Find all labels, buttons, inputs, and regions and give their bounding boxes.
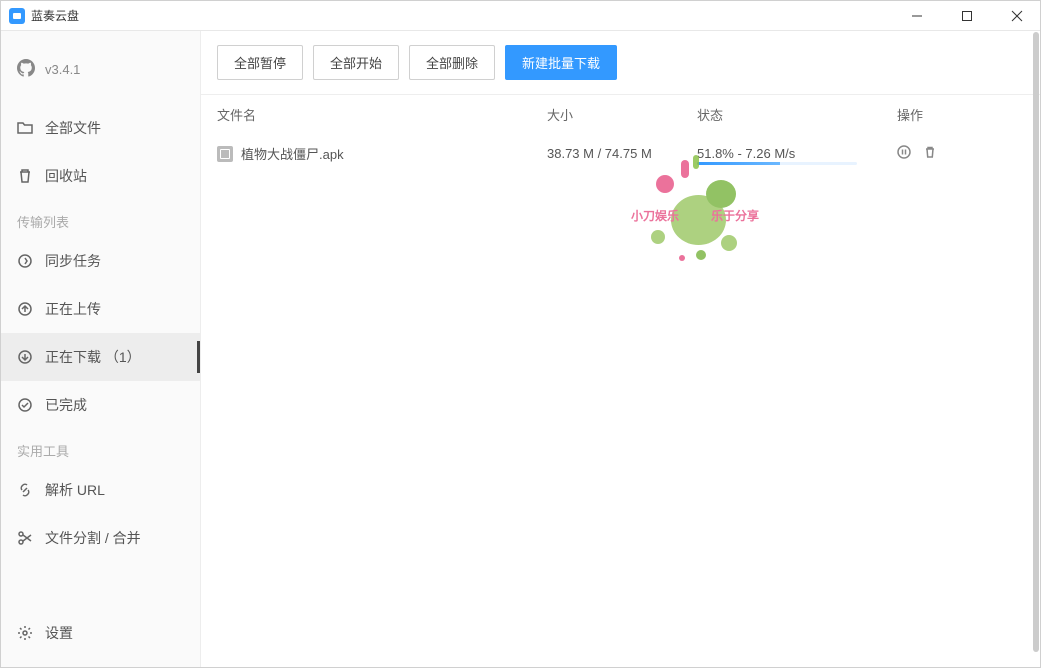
file-status: 51.8% - 7.26 M/s <box>697 146 795 161</box>
progress-bar <box>697 162 857 165</box>
trash-icon <box>17 168 33 184</box>
sidebar-item-recycle[interactable]: 回收站 <box>1 152 200 200</box>
sync-icon <box>17 253 33 269</box>
file-size: 38.73 M / 74.75 M <box>547 146 697 161</box>
sidebar-item-label: 解析 URL <box>45 480 105 500</box>
folder-icon <box>17 120 33 136</box>
sidebar-item-allfiles[interactable]: 全部文件 <box>1 104 200 152</box>
sidebar-item-label: 设置 <box>45 623 73 643</box>
delete-icon[interactable] <box>923 145 937 162</box>
download-icon <box>17 349 33 365</box>
minimize-button[interactable] <box>902 1 932 31</box>
pause-all-button[interactable]: 全部暂停 <box>217 45 303 80</box>
sidebar-item-settings[interactable]: 设置 <box>1 609 200 657</box>
scrollbar[interactable] <box>1033 32 1039 652</box>
sidebar-item-label: 正在下载 （1） <box>45 347 141 367</box>
sidebar-item-label: 回收站 <box>45 166 87 186</box>
col-header-name: 文件名 <box>217 105 547 124</box>
toolbar: 全部暂停 全部开始 全部删除 新建批量下载 <box>201 31 1040 94</box>
sidebar-item-label: 已完成 <box>45 395 87 415</box>
table-row[interactable]: 植物大战僵尸.apk 38.73 M / 74.75 M 51.8% - 7.2… <box>201 134 1040 173</box>
col-header-size: 大小 <box>547 105 697 124</box>
batch-download-button[interactable]: 新建批量下载 <box>505 45 617 80</box>
start-all-button[interactable]: 全部开始 <box>313 45 399 80</box>
app-title: 蓝奏云盘 <box>31 7 902 24</box>
check-icon <box>17 397 33 413</box>
sidebar-section-transfer: 传输列表 <box>1 200 200 237</box>
col-header-status: 状态 <box>697 105 897 124</box>
sidebar-item-label: 同步任务 <box>45 251 101 271</box>
sidebar-version[interactable]: v3.4.1 <box>1 51 200 88</box>
github-icon <box>17 59 35 80</box>
sidebar-item-splitmerge[interactable]: 文件分割 / 合并 <box>1 514 200 562</box>
watermark: 小刀娱乐 乐于分享 <box>631 155 791 275</box>
app-icon <box>9 8 25 24</box>
maximize-button[interactable] <box>952 1 982 31</box>
sidebar-section-tools: 实用工具 <box>1 429 200 466</box>
sidebar-item-downloading[interactable]: 正在下载 （1） <box>1 333 200 381</box>
sidebar-item-parseurl[interactable]: 解析 URL <box>1 466 200 514</box>
download-table: 文件名 大小 状态 操作 植物大战僵尸.apk 38.73 M / 74.75 … <box>201 94 1040 667</box>
sidebar-item-label: 正在上传 <box>45 299 101 319</box>
delete-all-button[interactable]: 全部删除 <box>409 45 495 80</box>
file-icon <box>217 146 233 162</box>
scissors-icon <box>17 530 33 546</box>
col-header-action: 操作 <box>897 105 997 124</box>
upload-icon <box>17 301 33 317</box>
sidebar-item-completed[interactable]: 已完成 <box>1 381 200 429</box>
sidebar-item-uploading[interactable]: 正在上传 <box>1 285 200 333</box>
version-label: v3.4.1 <box>45 62 80 77</box>
sidebar-item-label: 文件分割 / 合并 <box>45 528 141 548</box>
sidebar-item-label: 全部文件 <box>45 118 101 138</box>
pause-icon[interactable] <box>897 145 911 162</box>
sidebar: v3.4.1 全部文件 回收站 传输列表 同步任务 正在上传 正在下载 （1） … <box>1 31 201 667</box>
link-icon <box>17 482 33 498</box>
close-button[interactable] <box>1002 1 1032 31</box>
gear-icon <box>17 625 33 641</box>
sidebar-item-sync[interactable]: 同步任务 <box>1 237 200 285</box>
file-name: 植物大战僵尸.apk <box>241 144 344 163</box>
